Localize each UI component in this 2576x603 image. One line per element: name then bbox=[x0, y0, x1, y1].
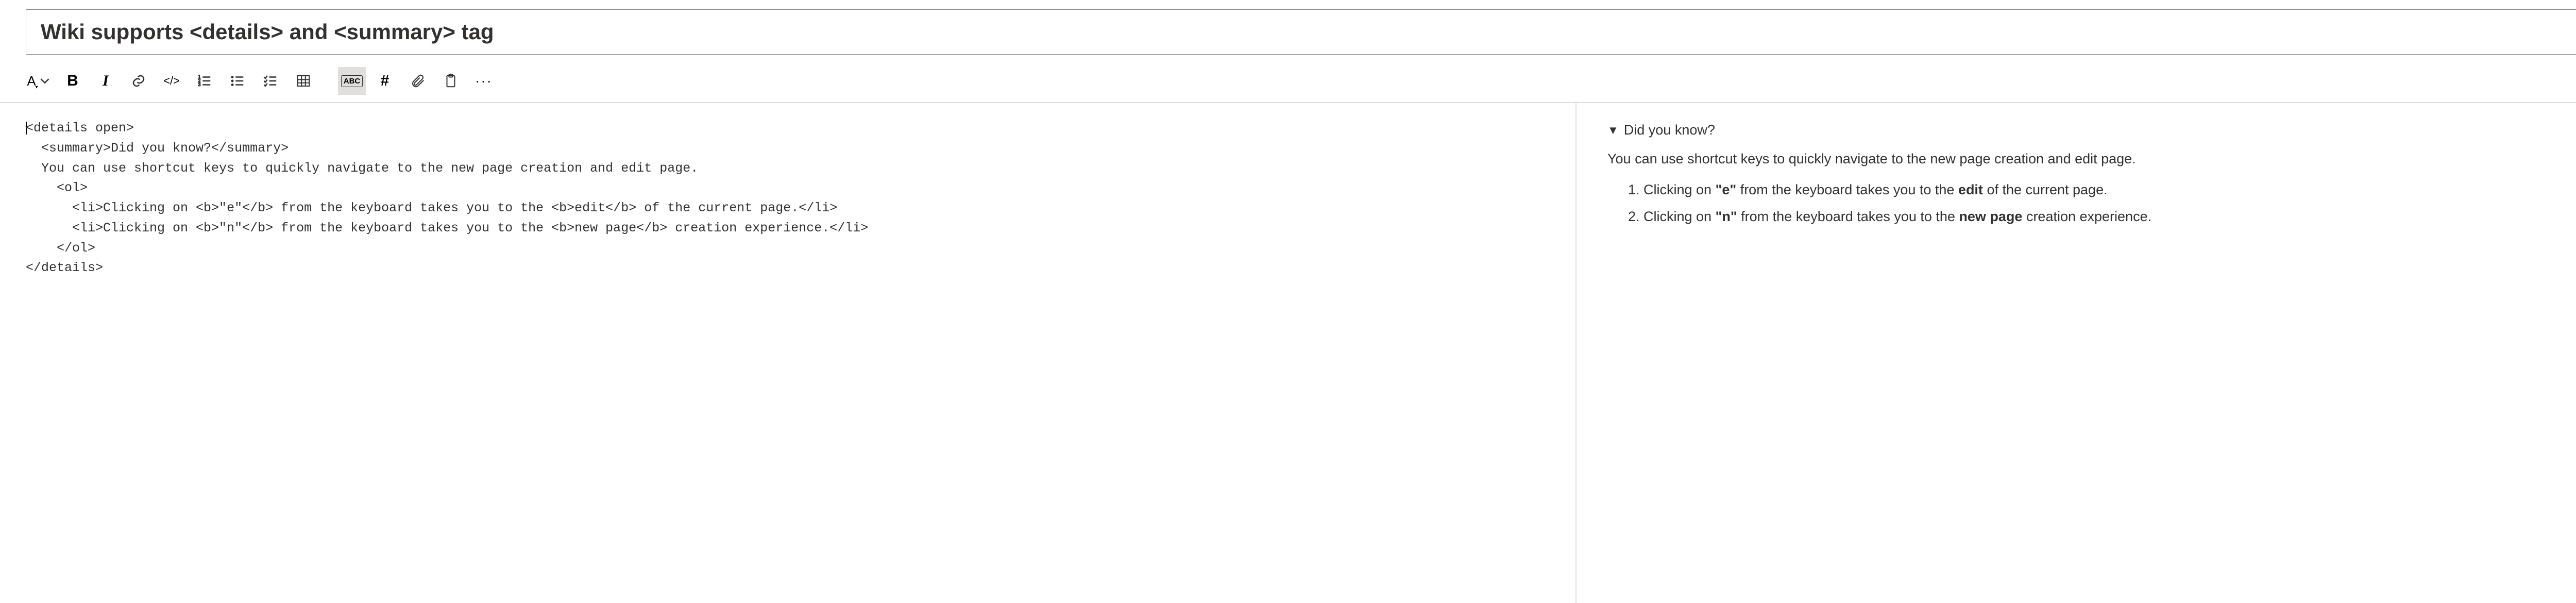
list-item: Clicking on "e" from the keyboard takes … bbox=[1643, 178, 2576, 202]
attach-button[interactable] bbox=[404, 67, 432, 95]
font-color-button[interactable]: A▾ bbox=[26, 67, 54, 95]
header-row: Wiki supports <details> and <summary> ta… bbox=[0, 0, 2576, 62]
preview-body-text: You can use shortcut keys to quickly nav… bbox=[1607, 147, 2576, 171]
unordered-list-icon bbox=[230, 73, 245, 89]
link-button[interactable] bbox=[125, 67, 152, 95]
table-button[interactable] bbox=[290, 67, 317, 95]
wiki-editor-root: Wiki supports <details> and <summary> ta… bbox=[0, 0, 2576, 603]
clipboard-icon bbox=[443, 73, 459, 89]
link-icon bbox=[131, 73, 146, 89]
checklist-icon bbox=[263, 73, 278, 89]
abc-button[interactable]: ABC bbox=[338, 67, 366, 95]
list-item: Clicking on "n" from the keyboard takes … bbox=[1643, 205, 2576, 229]
unordered-list-button[interactable] bbox=[224, 67, 251, 95]
content-row: <details open> <summary>Did you know?</s… bbox=[0, 102, 2576, 603]
ordered-list-button[interactable]: 123 bbox=[191, 67, 218, 95]
table-icon bbox=[296, 73, 311, 89]
markdown-editor[interactable]: <details open> <summary>Did you know?</s… bbox=[0, 103, 1577, 603]
ordered-list-icon: 123 bbox=[197, 73, 212, 89]
page-title-input[interactable]: Wiki supports <details> and <summary> ta… bbox=[26, 9, 2576, 55]
paperclip-icon bbox=[410, 73, 426, 89]
chevron-down-icon bbox=[37, 73, 53, 89]
preview-pane: ▼ Did you know? You can use shortcut key… bbox=[1577, 103, 2576, 603]
preview-list: Clicking on "e" from the keyboard takes … bbox=[1643, 178, 2576, 229]
summary-text: Did you know? bbox=[1624, 119, 1715, 142]
preview-details[interactable]: ▼ Did you know? You can use shortcut key… bbox=[1607, 119, 2576, 229]
preview-summary[interactable]: ▼ Did you know? bbox=[1607, 119, 2576, 142]
hash-button[interactable]: # bbox=[371, 67, 399, 95]
svg-text:3: 3 bbox=[198, 82, 201, 87]
italic-button[interactable]: I bbox=[92, 67, 120, 95]
disclosure-triangle-icon: ▼ bbox=[1607, 121, 1619, 140]
paste-button[interactable] bbox=[437, 67, 465, 95]
more-button[interactable]: ··· bbox=[470, 67, 498, 95]
bold-button[interactable]: B bbox=[59, 67, 87, 95]
formatting-toolbar: A▾ B I </> 123 ABC bbox=[26, 67, 498, 95]
code-button[interactable]: </> bbox=[158, 67, 185, 95]
checklist-button[interactable] bbox=[257, 67, 284, 95]
toolbar-row: A▾ B I </> 123 ABC bbox=[0, 62, 2576, 102]
